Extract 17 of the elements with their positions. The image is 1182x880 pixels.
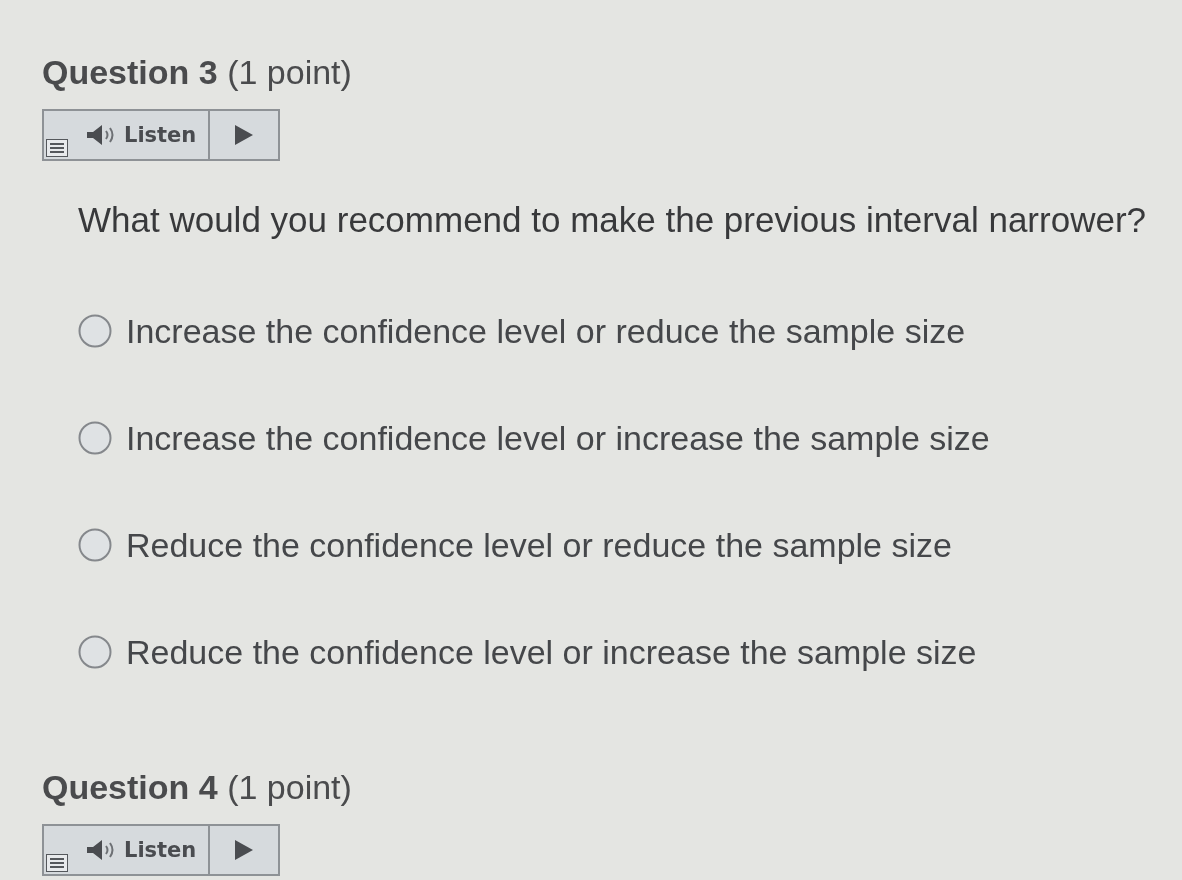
speaker-icon <box>86 839 116 861</box>
radio-button[interactable] <box>78 528 112 562</box>
answer-option-text: Reduce the confidence level or reduce the sample size <box>126 525 952 565</box>
radio-button[interactable] <box>78 314 112 348</box>
speaker-icon <box>86 124 116 146</box>
radio-button[interactable] <box>78 421 112 455</box>
play-icon <box>235 125 254 145</box>
answer-option-text: Increase the confidence level or increase the sample size <box>126 418 990 458</box>
answer-option-text: Increase the confidence level or reduce the sample size <box>126 311 966 351</box>
question-heading: Question 3 (1 point) <box>42 53 352 91</box>
answer-option-text: Reduce the confidence level or increase the sample size <box>126 632 977 672</box>
list-icon <box>46 854 68 872</box>
question-text: What would you recommend to make the previous interval narrower? <box>78 201 1146 239</box>
question-heading: Question 4 (1 point) <box>42 768 352 806</box>
play-icon <box>235 840 254 860</box>
list-icon <box>46 139 68 157</box>
radio-button[interactable] <box>78 635 112 669</box>
